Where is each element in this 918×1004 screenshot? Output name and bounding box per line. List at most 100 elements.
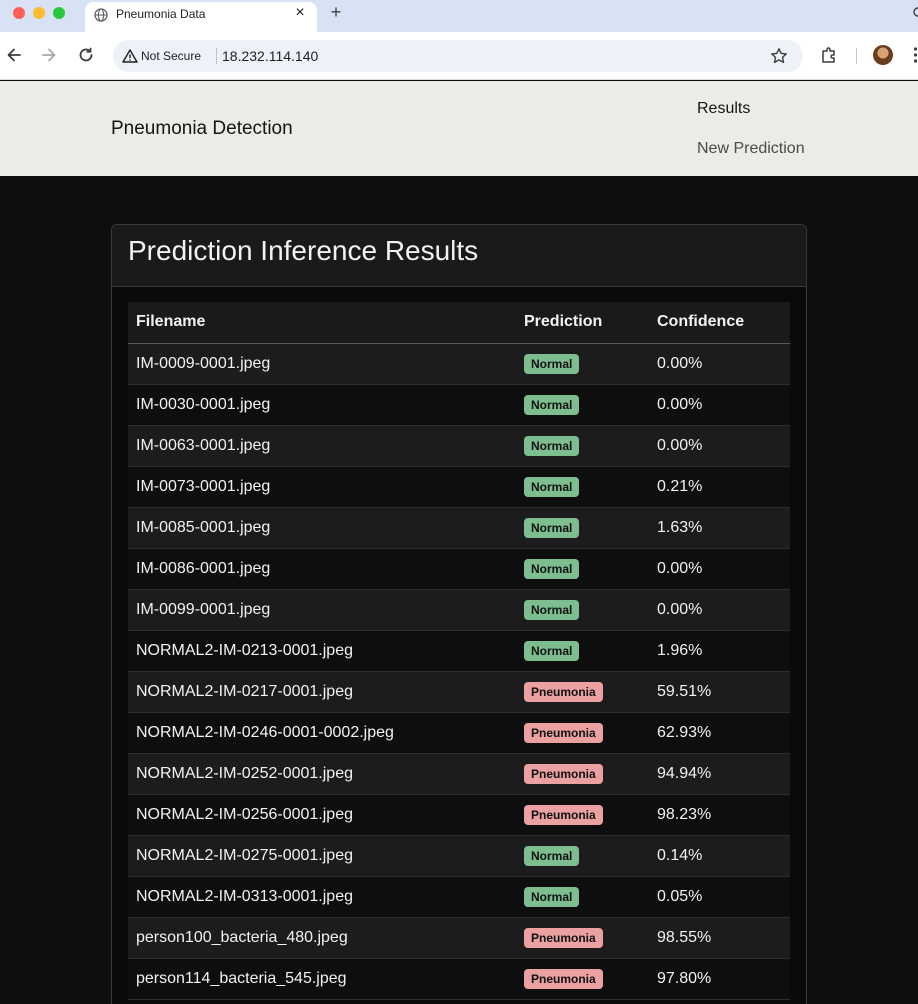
confidence-cell: 0.00% [649, 548, 790, 590]
browser-tab[interactable]: Pneumonia Data × [85, 2, 317, 32]
prediction-cell: Pneumonia [516, 794, 649, 836]
avatar[interactable] [873, 45, 893, 65]
confidence-cell: 62.93% [649, 712, 790, 754]
filename-cell: IM-0030-0001.jpeg [128, 384, 516, 426]
prediction-cell: Normal [516, 384, 649, 426]
extensions-icon[interactable] [820, 46, 838, 64]
prediction-badge: Normal [524, 599, 580, 620]
browser-tab-bar: Pneumonia Data × + [0, 0, 918, 32]
prediction-badge: Normal [524, 353, 580, 374]
card-header: Prediction Inference Results [112, 225, 806, 287]
column-header-confidence: Confidence [649, 302, 790, 344]
confidence-cell: 59.51% [649, 671, 790, 713]
reload-icon[interactable] [76, 45, 96, 65]
table-row: IM-0063-0001.jpeg Normal 0.00% [128, 425, 790, 467]
confidence-cell: 0.05% [649, 876, 790, 918]
filename-cell: person100_bacteria_480.jpeg [128, 917, 516, 959]
table-body: IM-0009-0001.jpeg Normal 0.00% IM-0030-0… [128, 343, 790, 1000]
menu-dots-icon[interactable] [913, 45, 918, 65]
toolbar-divider [856, 48, 857, 64]
filename-cell: NORMAL2-IM-0217-0001.jpeg [128, 671, 516, 713]
confidence-cell: 98.55% [649, 917, 790, 959]
results-table: Filename Prediction Confidence IM-0009-0… [128, 302, 790, 1000]
window-zoom-button[interactable] [53, 7, 65, 19]
nav-link-new-prediction[interactable]: New Prediction [697, 140, 805, 158]
prediction-cell: Normal [516, 835, 649, 877]
confidence-cell: 0.00% [649, 589, 790, 631]
prediction-badge: Normal [524, 886, 580, 907]
table-row: NORMAL2-IM-0252-0001.jpeg Pneumonia 94.9… [128, 753, 790, 795]
table-row: NORMAL2-IM-0256-0001.jpeg Pneumonia 98.2… [128, 794, 790, 836]
filename-cell: NORMAL2-IM-0275-0001.jpeg [128, 835, 516, 877]
filename-cell: NORMAL2-IM-0213-0001.jpeg [128, 630, 516, 672]
warning-icon[interactable] [122, 48, 138, 64]
tab-search-icon[interactable] [912, 6, 918, 20]
table-row: NORMAL2-IM-0313-0001.jpeg Normal 0.05% [128, 876, 790, 918]
prediction-cell: Normal [516, 343, 649, 385]
prediction-badge: Normal [524, 394, 580, 415]
confidence-cell: 94.94% [649, 753, 790, 795]
address-bar[interactable]: Not Secure 18.232.114.140 [113, 40, 803, 72]
confidence-cell: 0.21% [649, 466, 790, 508]
confidence-cell: 0.00% [649, 384, 790, 426]
filename-cell: IM-0063-0001.jpeg [128, 425, 516, 467]
globe-icon [94, 8, 108, 22]
prediction-cell: Normal [516, 630, 649, 672]
plus-icon[interactable]: + [327, 2, 345, 23]
window-close-button[interactable] [13, 7, 25, 19]
column-header-filename: Filename [128, 302, 516, 344]
prediction-badge: Normal [524, 435, 580, 456]
prediction-badge: Pneumonia [524, 722, 603, 743]
window-minimize-button[interactable] [33, 7, 45, 19]
confidence-cell: 1.96% [649, 630, 790, 672]
results-card: Prediction Inference Results Filename Pr… [111, 224, 807, 1004]
prediction-badge: Normal [524, 476, 580, 497]
star-icon[interactable] [770, 47, 788, 65]
table-row: IM-0009-0001.jpeg Normal 0.00% [128, 343, 790, 385]
url-text[interactable]: 18.232.114.140 [222, 48, 318, 64]
prediction-badge: Normal [524, 845, 580, 866]
close-icon[interactable]: × [292, 4, 308, 22]
table-row: NORMAL2-IM-0246-0001-0002.jpeg Pneumonia… [128, 712, 790, 754]
filename-cell: person114_bacteria_545.jpeg [128, 958, 516, 1000]
filename-cell: IM-0086-0001.jpeg [128, 548, 516, 590]
table-row: person100_bacteria_480.jpeg Pneumonia 98… [128, 917, 790, 959]
table-row: NORMAL2-IM-0213-0001.jpeg Normal 1.96% [128, 630, 790, 672]
prediction-cell: Pneumonia [516, 958, 649, 1000]
filename-cell: IM-0009-0001.jpeg [128, 343, 516, 385]
prediction-cell: Normal [516, 876, 649, 918]
brand-title[interactable]: Pneumonia Detection [111, 118, 293, 140]
prediction-cell: Normal [516, 466, 649, 508]
prediction-cell: Pneumonia [516, 712, 649, 754]
nav-link-results[interactable]: Results [697, 100, 750, 118]
prediction-badge: Pneumonia [524, 804, 603, 825]
prediction-badge: Pneumonia [524, 763, 603, 784]
confidence-cell: 1.63% [649, 507, 790, 549]
prediction-cell: Pneumonia [516, 917, 649, 959]
table-row: NORMAL2-IM-0217-0001.jpeg Pneumonia 59.5… [128, 671, 790, 713]
prediction-cell: Pneumonia [516, 671, 649, 713]
filename-cell: IM-0099-0001.jpeg [128, 589, 516, 631]
browser-toolbar: Not Secure 18.232.114.140 [0, 32, 918, 80]
confidence-cell: 97.80% [649, 958, 790, 1000]
back-arrow-icon[interactable] [4, 45, 24, 65]
filename-cell: NORMAL2-IM-0256-0001.jpeg [128, 794, 516, 836]
filename-cell: NORMAL2-IM-0313-0001.jpeg [128, 876, 516, 918]
prediction-cell: Pneumonia [516, 753, 649, 795]
table-row: IM-0073-0001.jpeg Normal 0.21% [128, 466, 790, 508]
prediction-cell: Normal [516, 589, 649, 631]
table-header-row: Filename Prediction Confidence [128, 302, 790, 344]
table-row: IM-0085-0001.jpeg Normal 1.63% [128, 507, 790, 549]
prediction-cell: Normal [516, 425, 649, 467]
address-divider [216, 48, 217, 64]
table-row: IM-0086-0001.jpeg Normal 0.00% [128, 548, 790, 590]
forward-arrow-icon[interactable] [39, 45, 59, 65]
prediction-badge: Pneumonia [524, 927, 603, 948]
filename-cell: IM-0073-0001.jpeg [128, 466, 516, 508]
confidence-cell: 0.00% [649, 343, 790, 385]
confidence-cell: 0.14% [649, 835, 790, 877]
security-label[interactable]: Not Secure [141, 49, 201, 63]
prediction-cell: Normal [516, 507, 649, 549]
table-row: IM-0030-0001.jpeg Normal 0.00% [128, 384, 790, 426]
table-row: IM-0099-0001.jpeg Normal 0.00% [128, 589, 790, 631]
